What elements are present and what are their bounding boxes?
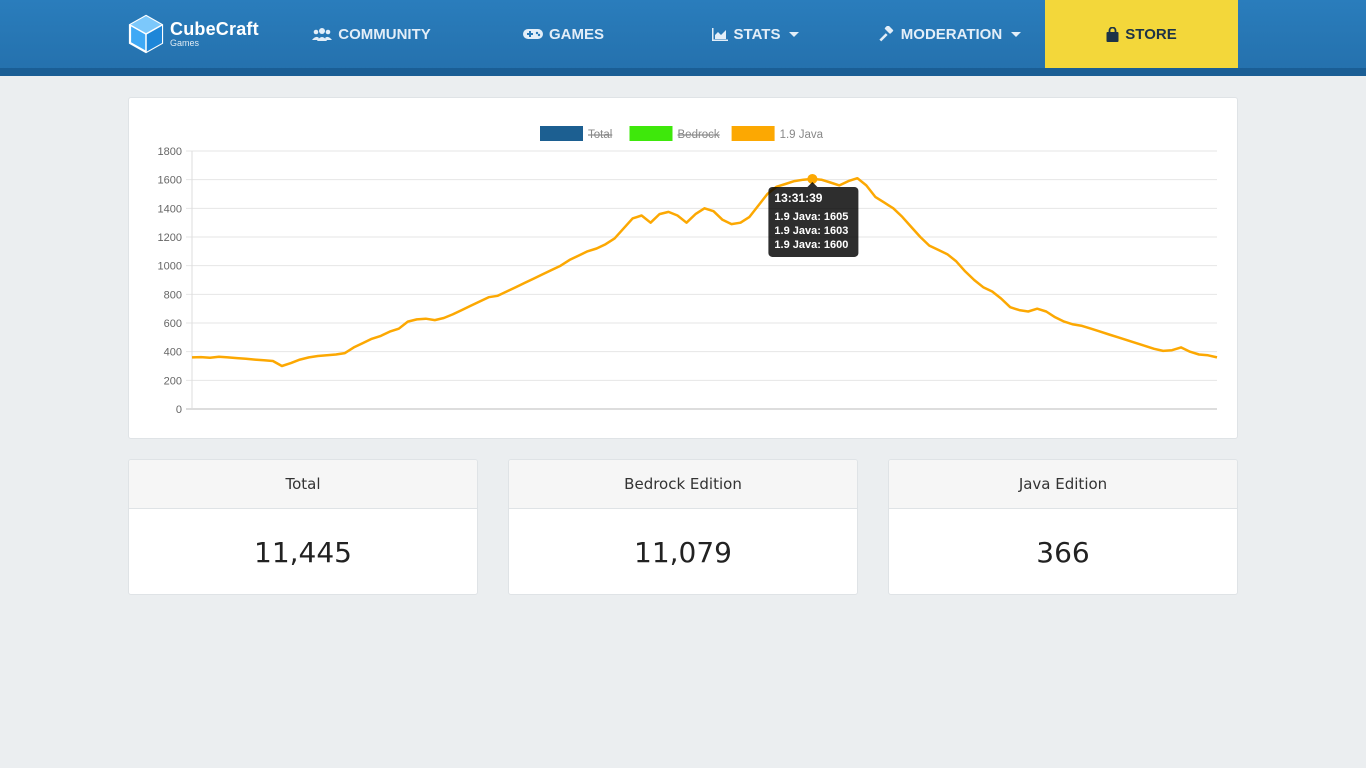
stat-card-bedrock: Bedrock Edition 11,079 bbox=[508, 459, 858, 595]
cubecraft-logo[interactable]: CubeCraft Games bbox=[128, 13, 268, 55]
player-count-chart-card: 1800 1600 1400 1200 1000 800 600 400 200 0 Total Be… bbox=[128, 97, 1238, 439]
legend-label: Total bbox=[588, 129, 612, 141]
nav-store[interactable]: STORE bbox=[1045, 0, 1238, 68]
y-tick-label: 200 bbox=[164, 375, 182, 387]
y-tick-label: 1000 bbox=[158, 261, 182, 273]
nav-games[interactable]: GAMES bbox=[472, 0, 655, 68]
y-tick-label: 600 bbox=[164, 318, 182, 330]
stat-value: 11,445 bbox=[254, 535, 352, 569]
nav-community[interactable]: COMMUNITY bbox=[280, 0, 463, 68]
stat-label: Total bbox=[129, 460, 477, 509]
cube-icon bbox=[128, 14, 164, 54]
y-tick-label: 1800 bbox=[158, 146, 182, 158]
series-line-java bbox=[191, 176, 1218, 368]
tooltip-title: 13:31:39 bbox=[774, 191, 822, 205]
y-tick-label: 0 bbox=[176, 404, 182, 416]
nav-moderation-label: MODERATION bbox=[900, 25, 1003, 43]
stat-card-java: Java Edition 366 bbox=[888, 459, 1238, 595]
nav-stats[interactable]: STATS bbox=[664, 0, 847, 68]
nav-moderation[interactable]: MODERATION bbox=[855, 0, 1045, 68]
nav-community-label: COMMUNITY bbox=[338, 25, 431, 43]
y-tick-label: 400 bbox=[164, 347, 182, 359]
player-count-chart: 1800 1600 1400 1200 1000 800 600 400 200 0 Total Be… bbox=[158, 126, 1218, 416]
users-icon bbox=[312, 27, 333, 41]
nav-stats-label: STATS bbox=[733, 25, 781, 43]
legend-label: 1.9 Java bbox=[780, 129, 824, 141]
y-tick-label: 1400 bbox=[158, 203, 182, 215]
logo-subtitle: Games bbox=[170, 38, 200, 48]
nav-store-label: STORE bbox=[1125, 25, 1177, 43]
stat-card-total: Total 11,445 bbox=[128, 459, 478, 595]
shopping-bag-icon bbox=[1106, 26, 1119, 42]
y-tick-label: 1600 bbox=[158, 175, 182, 187]
y-tick-label: 800 bbox=[164, 289, 182, 301]
legend-label: Bedrock bbox=[678, 129, 720, 141]
y-tick-label: 1200 bbox=[158, 232, 182, 244]
stat-label: Bedrock Edition bbox=[509, 460, 857, 509]
stat-value: 11,079 bbox=[634, 535, 732, 569]
chevron-down-icon bbox=[1011, 31, 1022, 37]
logo-title: CubeCraft bbox=[170, 19, 259, 39]
legend-swatch bbox=[731, 126, 775, 141]
tooltip-line: 1.9 Java: 1603 bbox=[774, 225, 848, 237]
tooltip-line: 1.9 Java: 1600 bbox=[774, 239, 848, 251]
area-chart-icon bbox=[711, 27, 728, 41]
nav-games-label: GAMES bbox=[548, 25, 604, 43]
chevron-down-icon bbox=[789, 31, 800, 37]
legend-swatch bbox=[629, 126, 673, 141]
stat-value: 366 bbox=[1036, 535, 1090, 569]
tooltip-caret bbox=[807, 181, 818, 187]
stat-label: Java Edition bbox=[889, 460, 1237, 509]
legend-swatch bbox=[540, 126, 583, 141]
gamepad-icon bbox=[522, 28, 543, 40]
navbar-border bbox=[0, 68, 1366, 76]
tooltip-line: 1.9 Java: 1605 bbox=[774, 211, 848, 223]
gavel-icon bbox=[879, 26, 895, 42]
